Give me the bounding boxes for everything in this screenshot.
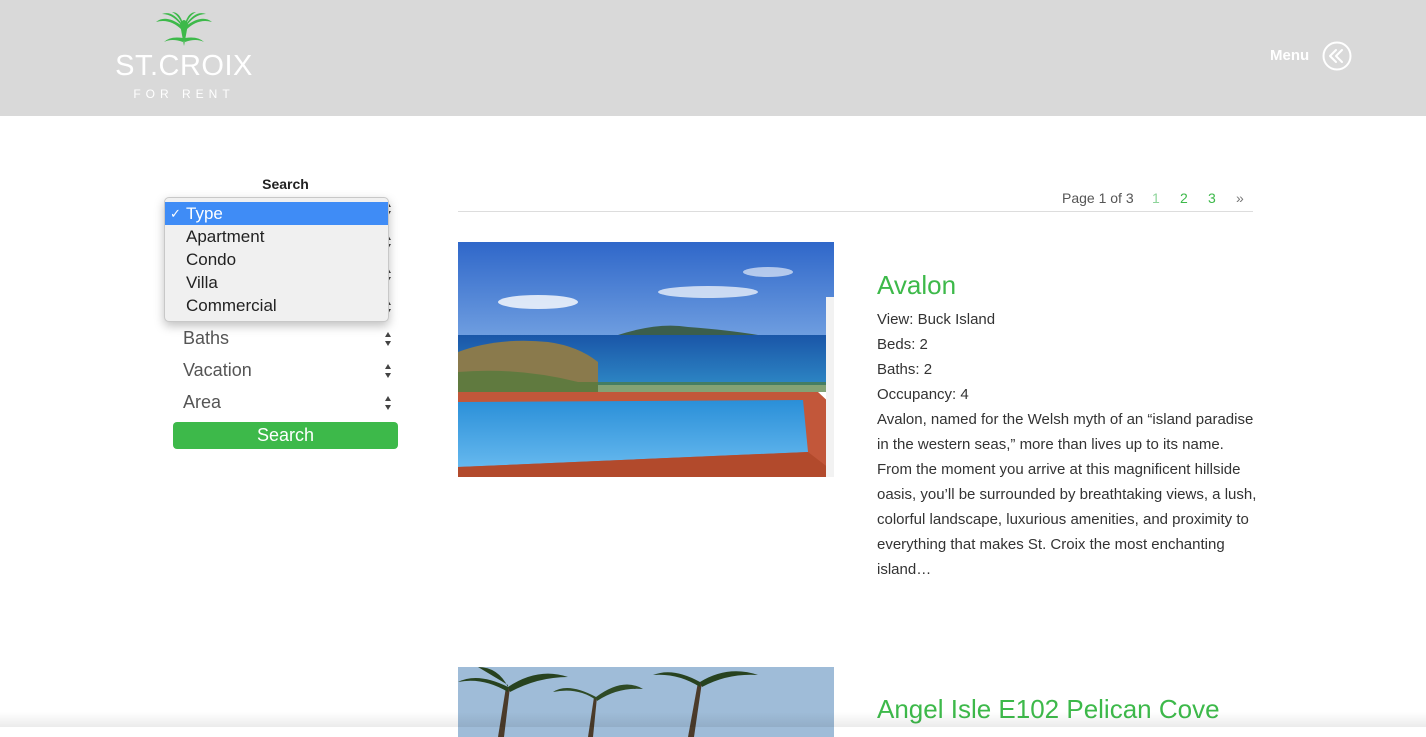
vacation-select-label: Vacation xyxy=(183,360,252,380)
dropdown-option-apartment[interactable]: Apartment xyxy=(165,225,388,248)
select-arrows-icon xyxy=(385,396,391,410)
dropdown-option-label: Villa xyxy=(186,273,218,292)
page-link-2[interactable]: 2 xyxy=(1180,190,1188,206)
listing-description: Avalon, named for the Welsh myth of an “… xyxy=(877,411,1257,578)
dropdown-option-commercial[interactable]: Commercial xyxy=(165,294,388,317)
search-button[interactable]: Search xyxy=(173,422,398,449)
palm-tree-icon xyxy=(156,12,212,46)
menu-chevrons-icon[interactable] xyxy=(1322,41,1352,71)
listing-baths: Baths: 2 xyxy=(877,361,933,378)
pool-ocean-photo xyxy=(458,242,834,477)
dropdown-option-label: Condo xyxy=(186,250,237,269)
site-header: ST.CROIX FOR RENT Menu xyxy=(0,0,1426,116)
listing-photo-avalon[interactable] xyxy=(458,242,834,477)
select-arrows-icon xyxy=(385,364,391,378)
dropdown-option-label: Commercial xyxy=(186,296,277,315)
logo-text: ST.CROIX xyxy=(115,50,253,82)
scroll-shadow xyxy=(0,712,1426,727)
area-select-label: Area xyxy=(183,392,222,412)
dropdown-option-condo[interactable]: Condo xyxy=(165,248,388,271)
listing-title[interactable]: Avalon xyxy=(877,270,956,301)
select-arrows-icon xyxy=(385,332,391,346)
listing-occupancy: Occupancy: 4 xyxy=(877,386,969,403)
area-select[interactable]: Area xyxy=(173,389,398,417)
vacation-select[interactable]: Vacation xyxy=(173,357,398,385)
pagination: Page 1 of 3 1 2 3 » xyxy=(458,188,1253,212)
baths-select[interactable]: Baths xyxy=(173,325,398,353)
logo-subtext: FOR RENT xyxy=(133,87,235,101)
next-page-link[interactable]: » xyxy=(1236,190,1244,206)
dropdown-option-villa[interactable]: Villa xyxy=(165,271,388,294)
listing-view: View: Buck Island xyxy=(877,311,996,328)
dropdown-option-label: Type xyxy=(186,204,223,223)
baths-select-label: Baths xyxy=(183,328,230,348)
page-info: Page 1 of 3 xyxy=(1062,190,1134,206)
checkmark-icon: ✓ xyxy=(170,206,181,221)
dropdown-option-label: Apartment xyxy=(186,227,265,246)
search-heading: Search xyxy=(262,176,309,192)
page-link-3[interactable]: 3 xyxy=(1208,190,1216,206)
site-logo[interactable]: ST.CROIX FOR RENT xyxy=(113,12,255,104)
type-dropdown-menu: ✓ Type Apartment Condo Villa Commercial xyxy=(164,197,389,322)
page-link-1[interactable]: 1 xyxy=(1152,190,1160,206)
menu-label[interactable]: Menu xyxy=(1270,47,1309,64)
dropdown-option-type[interactable]: ✓ Type xyxy=(165,202,388,225)
listing-beds: Beds: 2 xyxy=(877,336,928,353)
